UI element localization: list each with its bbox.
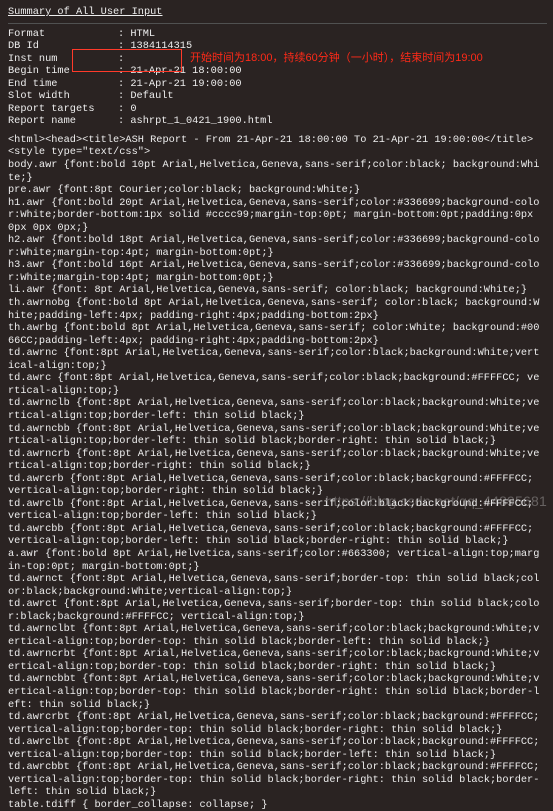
summary-value: : ashrpt_1_0421_1900.html: [118, 115, 272, 128]
css-line: td.awrcbb {font:8pt Arial,Helvetica,Gene…: [8, 523, 545, 548]
annotation-text: 开始时间为18:00，持续60分钟（一小时），结束时间为19:00: [190, 52, 483, 65]
summary-key: Slot width: [8, 90, 118, 103]
css-line: td.awrc {font:8pt Arial,Helvetica,Geneva…: [8, 372, 545, 397]
css-line: a.awr {font:bold 8pt Arial,Helvetica,san…: [8, 548, 545, 573]
css-line: h1.awr {font:bold 20pt Arial,Helvetica,G…: [8, 197, 545, 235]
css-line: td.awrnct {font:8pt Arial,Helvetica,Gene…: [8, 573, 545, 598]
summary-row: Report targets: 0: [8, 103, 272, 116]
summary-table: Format: HTMLDB Id: 1384114315Inst num: B…: [8, 28, 272, 128]
css-line: td.awrncbbt {font:8pt Arial,Helvetica,Ge…: [8, 673, 545, 711]
summary-value: : 0: [118, 103, 272, 116]
summary-row: Report name: ashrpt_1_0421_1900.html: [8, 115, 272, 128]
css-line: table.tdiff { border_collapse: collapse;…: [8, 799, 545, 811]
watermark: https://blog.csdn.net/qq_44895681: [326, 493, 547, 510]
css-line: body.awr {font:bold 10pt Arial,Helvetica…: [8, 159, 545, 184]
summary-row: Begin time: 21-Apr-21 18:00:00: [8, 65, 272, 78]
title-line: <html><head><title>ASH Report - From 21-…: [8, 134, 545, 147]
html-source-dump: <html><head><title>ASH Report - From 21-…: [0, 134, 553, 811]
summary-key: Begin time: [8, 65, 118, 78]
css-line: td.awrcrbt {font:8pt Arial,Helvetica,Gen…: [8, 711, 545, 736]
css-line: th.awrnobg {font:bold 8pt Arial,Helvetic…: [8, 297, 545, 322]
summary-key: Report name: [8, 115, 118, 128]
css-line: td.awrclbt {font:8pt Arial,Helvetica,Gen…: [8, 736, 545, 761]
summary-value: : Default: [118, 90, 272, 103]
summary-row: Format: HTML: [8, 28, 272, 41]
summary-value: : 21-Apr-21 19:00:00: [118, 78, 272, 91]
css-line: h2.awr {font:bold 18pt Arial,Helvetica,G…: [8, 234, 545, 259]
summary-row: DB Id: 1384114315: [8, 40, 272, 53]
css-line: td.awrnc {font:8pt Arial,Helvetica,Genev…: [8, 347, 545, 372]
css-line: h3.awr {font:bold 16pt Arial,Helvetica,G…: [8, 259, 545, 284]
summary-value: : 21-Apr-21 18:00:00: [118, 65, 272, 78]
summary-row: Slot width: Default: [8, 90, 272, 103]
summary-key: Format: [8, 28, 118, 41]
css-line: td.awrct {font:8pt Arial,Helvetica,Genev…: [8, 598, 545, 623]
summary-key: Inst num: [8, 53, 118, 66]
css-line: td.awrnclb {font:8pt Arial,Helvetica,Gen…: [8, 397, 545, 422]
summary-value: : HTML: [118, 28, 272, 41]
summary-row: End time: 21-Apr-21 19:00:00: [8, 78, 272, 91]
css-line: td.awrnclbt {font:8pt Arial,Helvetica,Ge…: [8, 623, 545, 648]
divider: [8, 23, 547, 24]
summary-key: DB Id: [8, 40, 118, 53]
summary-key: Report targets: [8, 103, 118, 116]
css-line: td.awrncbb {font:8pt Arial,Helvetica,Gen…: [8, 423, 545, 448]
css-line: td.awrncrbt {font:8pt Arial,Helvetica,Ge…: [8, 648, 545, 673]
css-line: td.awrcbbt {font:8pt Arial,Helvetica,Gen…: [8, 761, 545, 799]
section-title: Summary of All User Input: [8, 6, 547, 19]
style-open: <style type="text/css">: [8, 146, 545, 159]
css-line: td.awrncrb {font:8pt Arial,Helvetica,Gen…: [8, 448, 545, 473]
summary-value: : 1384114315: [118, 40, 272, 53]
css-line: pre.awr {font:8pt Courier;color:black; b…: [8, 184, 545, 197]
css-line: li.awr {font: 8pt Arial,Helvetica,Geneva…: [8, 284, 545, 297]
summary-key: End time: [8, 78, 118, 91]
css-line: th.awrbg {font:bold 8pt Arial,Helvetica,…: [8, 322, 545, 347]
